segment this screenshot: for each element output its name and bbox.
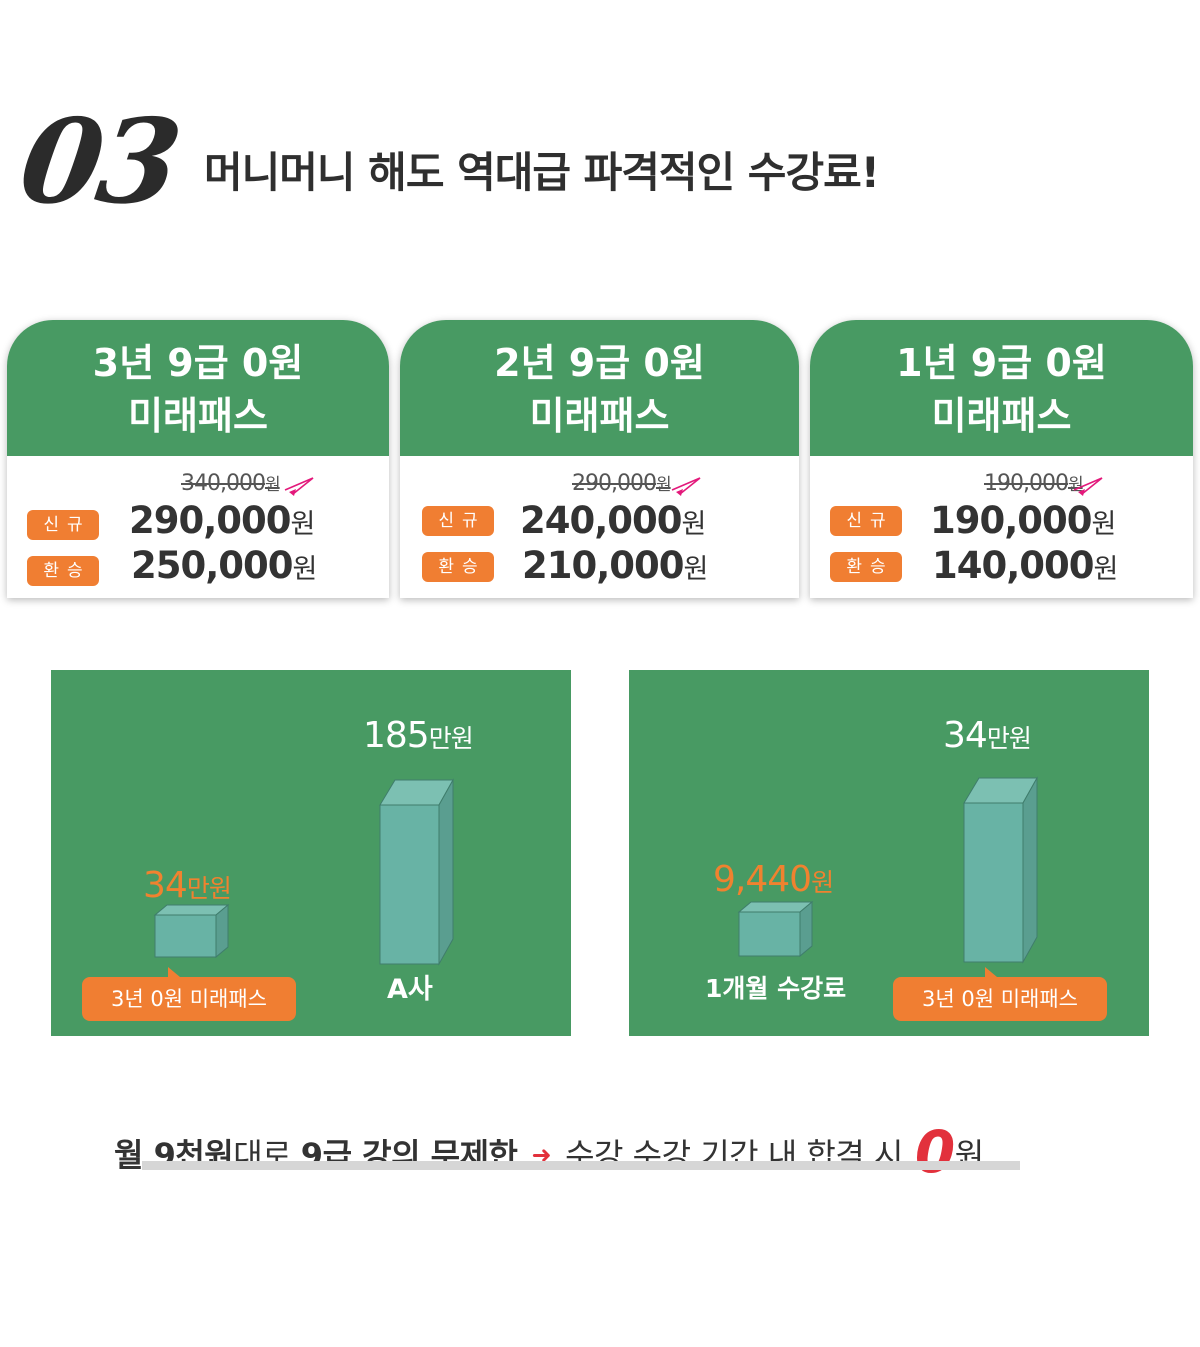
monthly-label: 1개월 수강료	[705, 974, 847, 1003]
section-number: 03	[12, 94, 185, 230]
price-card-2year: 2년 9급 0원 미래패스 290,000원 신규 240,000원 환승 21…	[400, 320, 799, 598]
card-title-line1: 1년 9급 0원	[896, 341, 1107, 385]
transfer-price: 210,000원	[522, 544, 708, 587]
discount-arrow-icon	[671, 477, 701, 496]
monthly-bar	[737, 900, 814, 958]
card-title-line1: 2년 9급 0원	[494, 341, 705, 385]
zero-highlight: 0	[914, 1118, 955, 1186]
card-header: 2년 9급 0원 미래패스	[400, 320, 799, 456]
card-title-line1: 3년 9급 0원	[92, 341, 304, 385]
comparison-panel-competitor: 185만원 A사 34만원 3년 0원 미래패스	[51, 670, 571, 1036]
section-title: 머니머니 해도 역대급 파격적인 수강료!	[204, 148, 880, 197]
competitor-price: 185만원	[363, 715, 474, 756]
monthly-price: 9,440원	[713, 859, 834, 900]
mirae-pass-price: 34만원	[943, 715, 1032, 756]
transfer-price: 140,000원	[932, 544, 1118, 587]
mirae-pass-bar	[963, 776, 1038, 964]
price-card-3year: 3년 9급 0원 미래패스 340,000원 신규 290,000원 환승 25…	[7, 320, 389, 598]
summary-underline	[142, 1161, 1020, 1170]
original-price: 190,000원	[984, 471, 1084, 496]
mirae-pass-bar	[153, 903, 230, 959]
transfer-badge: 환승	[830, 552, 902, 582]
mirae-pass-tag: 3년 0원 미래패스	[82, 967, 296, 1021]
new-student-badge: 신규	[422, 506, 494, 536]
competitor-label: A사	[387, 974, 433, 1005]
card-header: 1년 9급 0원 미래패스	[810, 320, 1193, 456]
card-title-line2: 미래패스	[931, 394, 1072, 438]
new-student-price: 190,000원	[930, 499, 1116, 542]
transfer-badge: 환승	[422, 552, 494, 582]
competitor-bar	[379, 778, 454, 966]
mirae-pass-tag: 3년 0원 미래패스	[893, 967, 1107, 1021]
card-header: 3년 9급 0원 미래패스	[7, 320, 389, 456]
card-body: 340,000원 신규 290,000원 환승 250,000원	[7, 456, 389, 598]
transfer-price: 250,000원	[131, 544, 317, 587]
comparison-panel-monthly: 34만원 3년 0원 미래패스 9,440원 1개월 수강료	[629, 670, 1149, 1036]
card-title-line2: 미래패스	[128, 394, 268, 438]
card-body: 190,000원 신규 190,000원 환승 140,000원	[810, 456, 1193, 598]
discount-arrow-icon	[1073, 477, 1103, 496]
mirae-pass-price: 34만원	[143, 865, 232, 906]
discount-arrow-icon	[284, 477, 314, 496]
transfer-badge: 환승	[27, 556, 99, 586]
card-body: 290,000원 신규 240,000원 환승 210,000원	[400, 456, 799, 598]
card-title-line2: 미래패스	[529, 394, 670, 438]
new-student-price: 240,000원	[520, 499, 706, 542]
price-card-1year: 1년 9급 0원 미래패스 190,000원 신규 190,000원 환승 14…	[810, 320, 1193, 598]
original-price: 290,000원	[572, 471, 672, 496]
new-student-price: 290,000원	[129, 499, 315, 542]
new-student-badge: 신규	[27, 510, 99, 540]
original-price: 340,000원	[181, 471, 281, 496]
new-student-badge: 신규	[830, 506, 902, 536]
